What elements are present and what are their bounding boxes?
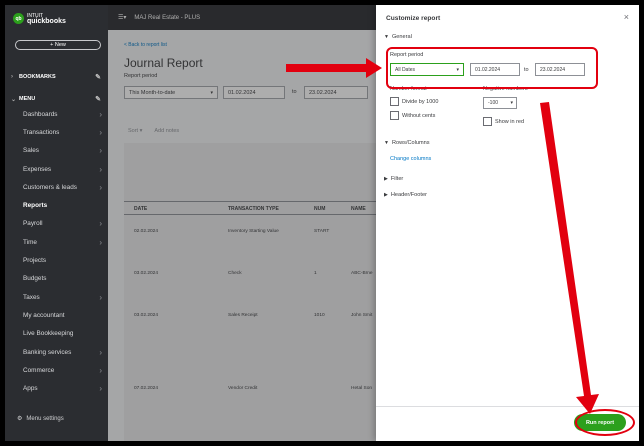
app-window: qb INTUIT quickbooks + New › BOOKMARKS ✎… <box>5 5 639 441</box>
red-arrow-down <box>540 102 599 414</box>
run-report-highlight <box>575 409 635 436</box>
red-arrow-right <box>286 58 382 78</box>
report-period-highlight <box>386 47 598 89</box>
